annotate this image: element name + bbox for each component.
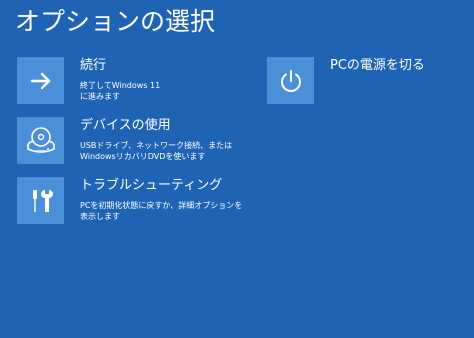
- arrow-right-icon: [30, 72, 50, 89]
- turn-off-pc-title: PCの電源を切る: [330, 58, 425, 73]
- troubleshoot-description: PCを初期化状態に戻すか、詳細オプションを 表示します: [80, 201, 243, 221]
- use-device-option[interactable]: デバイスの使用 USBドライブ、ネットワーク接続、または Windowsリカバリ…: [17, 117, 277, 167]
- continue-tile[interactable]: [17, 57, 64, 104]
- continue-title: 続行: [80, 58, 107, 73]
- tools-icon: [32, 189, 53, 212]
- use-device-description: USBドライブ、ネットワーク接続、または WindowsリカバリDVDを使います: [80, 141, 233, 161]
- use-device-tile[interactable]: [17, 117, 64, 164]
- troubleshoot-option[interactable]: トラブルシューティング PCを初期化状態に戻すか、詳細オプションを 表示します: [17, 177, 277, 227]
- troubleshoot-title: トラブルシューティング: [80, 178, 223, 193]
- turn-off-pc-option[interactable]: PCの電源を切る: [267, 57, 457, 107]
- use-device-title: デバイスの使用: [80, 118, 171, 133]
- power-icon: [280, 69, 301, 92]
- troubleshoot-tile[interactable]: [17, 177, 64, 224]
- disc-drive-icon: [26, 126, 55, 153]
- continue-description: 終了してWindows 11 に進みます: [80, 81, 161, 101]
- page-title: オプションの選択: [15, 7, 216, 36]
- turn-off-pc-tile[interactable]: [267, 57, 314, 104]
- continue-option[interactable]: 続行 終了してWindows 11 に進みます: [17, 57, 217, 107]
